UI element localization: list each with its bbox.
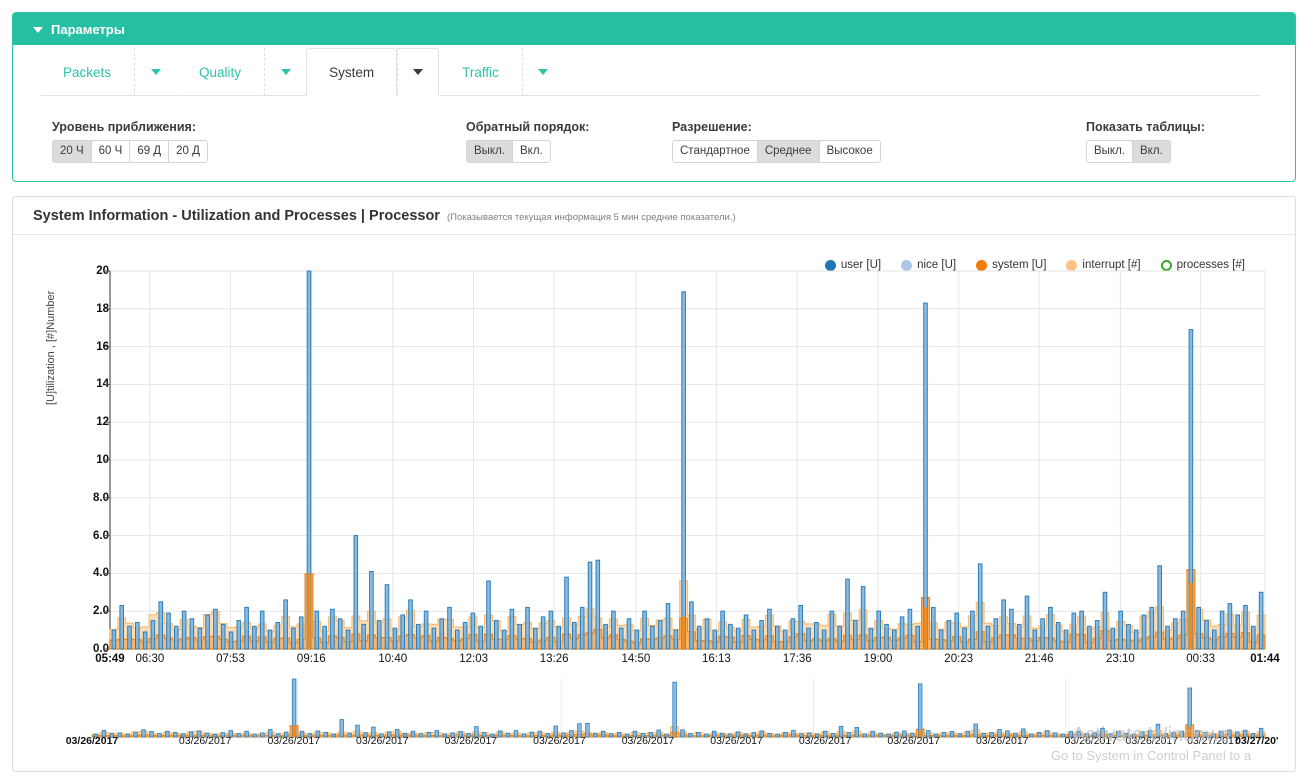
zoom-level-69d[interactable]: 69 Д [129, 140, 170, 163]
chevron-down-icon [538, 68, 549, 75]
show-tables-on[interactable]: Вкл. [1132, 140, 1171, 163]
reverse-order-buttons: Выкл. Вкл. [466, 140, 589, 163]
tab-traffic-dropdown[interactable] [521, 48, 564, 96]
navigator-date-label: 03/26/2017 [65, 735, 119, 747]
tab-packets[interactable]: Packets [40, 48, 135, 96]
navigator-date-label: 03/26/2017 [178, 735, 232, 747]
chevron-down-icon [33, 27, 43, 33]
navigator-date-label: 03/26/2017 [621, 735, 675, 747]
navigator-date-label: 03/26/2017 [444, 735, 498, 747]
x-tick-label: 14:50 [621, 653, 651, 665]
x-tick-label: 20:23 [944, 653, 974, 665]
zoom-level-20h[interactable]: 20 Ч [52, 140, 92, 163]
tab-system-label: System [329, 64, 375, 80]
chart-title: System Information - Utilization and Pro… [33, 207, 440, 224]
navigator-date-label: 03/26/2017 [1064, 735, 1118, 747]
navigator-date-label: 03/26/2017 [267, 735, 321, 747]
main-chart-svg[interactable] [13, 235, 1297, 655]
navigator-date-label: 03/26/2017 [710, 735, 763, 747]
x-tick-label: 21:46 [1024, 653, 1054, 665]
x-tick-label: 09:16 [296, 653, 326, 665]
zoom-level-buttons: 20 Ч 60 Ч 69 Д 20 Д [52, 140, 208, 163]
x-axis-ticks: 05:49 06:30 07:53 09:16 10:40 12:03 13:26 14:50… [13, 653, 1297, 673]
resolution-buttons: Стандартное Среднее Высокое [672, 140, 881, 163]
reverse-order-group: Обратный порядок: Выкл. Вкл. [466, 120, 589, 163]
tab-traffic-label: Traffic [462, 64, 499, 80]
zoom-level-label: Уровень приближения: [52, 120, 196, 134]
tab-packets-dropdown[interactable] [134, 48, 177, 96]
show-tables-label: Показать таблицы: [1086, 120, 1205, 134]
tabs-filler [563, 48, 1260, 96]
reverse-order-off[interactable]: Выкл. [466, 140, 514, 163]
navigator-date-label: 03/26/2017 [975, 735, 1029, 747]
chevron-down-icon [150, 68, 161, 75]
navigator-date-label: 03/27/20' [1235, 735, 1279, 747]
chart-subtitle: (Показывается текущая информация 5 мин с… [446, 212, 736, 223]
navigator-date-label: 03/26/2017 [798, 735, 852, 747]
resolution-group: Разрешение: Стандартное Среднее Высокое [672, 120, 881, 163]
tab-quality-dropdown[interactable] [264, 48, 307, 96]
x-tick-label: 00:33 [1186, 653, 1216, 665]
plot-area: [U]tilization , [#]Number 0.0 2.0 4.0 6.0 8.… [13, 235, 1297, 773]
x-tick-label: 23:10 [1106, 653, 1135, 665]
resolution-medium[interactable]: Среднее [756, 140, 820, 163]
show-tables-group: Показать таблицы: Выкл. Вкл. [1086, 120, 1205, 163]
zoom-level-60h[interactable]: 60 Ч [90, 140, 131, 163]
navigator-date-label: 03/26/2017 [1125, 735, 1179, 747]
x-tick-label: 05:49 [95, 653, 125, 665]
resolution-standard[interactable]: Стандартное [672, 140, 758, 163]
navigator-date-labels: 03/26/2017 03/26/2017 03/26/2017 03/26/2017… [13, 735, 1297, 755]
x-tick-label: 06:30 [135, 653, 165, 665]
reverse-order-on[interactable]: Вкл. [512, 140, 551, 163]
tab-quality[interactable]: Quality [176, 48, 265, 96]
x-tick-label: 19:00 [863, 653, 893, 665]
resolution-high[interactable]: Высокое [818, 140, 881, 163]
x-tick-label: 01:44 [1250, 653, 1280, 665]
navigator-date-label: 03/26/2017 [887, 735, 940, 747]
chevron-down-icon [413, 69, 424, 75]
resolution-label: Разрешение: [672, 120, 752, 134]
zoom-level-group: Уровень приближения: 20 Ч 60 Ч 69 Д 20 Д [52, 120, 208, 163]
parameters-panel-header[interactable]: Параметры [13, 13, 1295, 45]
navigator-date-label: 03/27/2017 [1187, 735, 1240, 747]
x-tick-label: 10:40 [378, 653, 408, 665]
chart-panel: System Information - Utilization and Pro… [12, 196, 1296, 772]
x-tick-label: 16:13 [701, 653, 731, 665]
navigator-date-label: 03/26/2017 [533, 735, 586, 747]
navigator-date-label: 03/26/2017 [356, 735, 409, 747]
tab-system-dropdown[interactable] [397, 48, 440, 96]
reverse-order-label: Обратный порядок: [466, 120, 590, 134]
x-tick-label: 12:03 [459, 653, 488, 665]
x-tick-label: 17:36 [782, 653, 812, 665]
category-tabs: Packets Quality System Traffic [40, 48, 1260, 96]
show-tables-off[interactable]: Выкл. [1086, 140, 1134, 163]
parameters-panel-title: Параметры [51, 21, 125, 37]
show-tables-buttons: Выкл. Вкл. [1086, 140, 1205, 163]
chart-title-bar: System Information - Utilization and Pro… [13, 197, 1295, 235]
tab-packets-label: Packets [63, 64, 112, 80]
x-tick-label: 07:53 [216, 653, 245, 665]
x-tick-label: 13:26 [539, 653, 569, 665]
tab-quality-label: Quality [199, 64, 242, 80]
zoom-level-20d[interactable]: 20 Д [168, 140, 208, 163]
chevron-down-icon [280, 68, 291, 75]
tab-traffic[interactable]: Traffic [439, 48, 522, 96]
tab-system[interactable]: System [306, 48, 398, 96]
